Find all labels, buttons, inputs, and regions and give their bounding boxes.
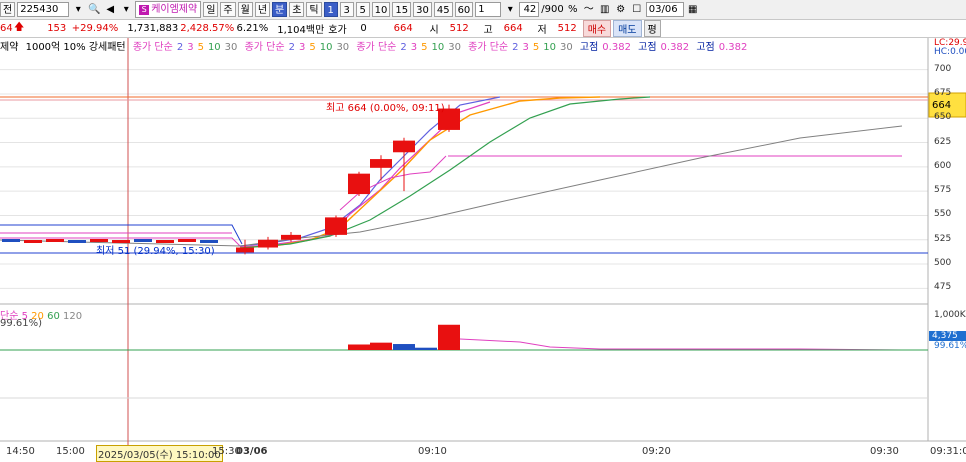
ma60-line — [0, 125, 903, 247]
x-tick: 09:30 — [870, 446, 899, 457]
ma2-line — [239, 96, 501, 247]
legend-ma-period: 3 — [187, 42, 194, 53]
price-tick: 475 — [934, 282, 952, 293]
candle-body — [258, 239, 278, 248]
price-chart[interactable] — [0, 0, 966, 457]
legend-ma-label: 종가 단순 — [468, 42, 509, 53]
candle-body — [325, 217, 347, 235]
x-tick: 09:20 — [642, 446, 671, 457]
current-price-label: 664 — [932, 100, 952, 111]
volume-pct-label: 99.61% — [934, 341, 966, 351]
legend-ma-period: 5 — [421, 42, 428, 53]
prev-candle — [2, 239, 20, 242]
legend-ma-period: 30 — [224, 42, 238, 53]
legend-ma-period: 3 — [298, 42, 306, 53]
legend-ma-period: 10 — [543, 42, 556, 53]
vol-legend-period: 120 — [63, 311, 83, 322]
vol-ma5-line — [439, 337, 903, 351]
prev-candle — [46, 239, 64, 242]
hc-label: HC:0.00 — [934, 47, 966, 57]
prev-candle — [24, 240, 42, 243]
legend-ma-period: 3 — [410, 42, 418, 53]
price-tick: 550 — [934, 209, 952, 220]
price-tick: 675 — [934, 87, 952, 98]
main-legend: 제약 1000억 10% 강세패턴 종가 단순 2 3 5 10 30 종가 단순 2 3 5 1… — [0, 38, 751, 53]
legend-ma-label: 종가 단순 — [132, 42, 173, 53]
legend-ma-period: 30 — [336, 42, 350, 53]
legend-fixed-value: 0.382 — [718, 42, 748, 53]
legend-ma-period: 2 — [512, 42, 519, 53]
candle-group — [236, 104, 460, 255]
legend-ma-period: 10 — [319, 42, 333, 53]
legend-ma-period: 10 — [431, 42, 445, 53]
legend-fixed-label: 고점 — [638, 42, 657, 53]
vol-legend-period: 60 — [47, 311, 60, 322]
volume-bar — [348, 344, 370, 350]
prev-candle — [68, 240, 86, 243]
price-tick: 575 — [934, 185, 952, 196]
legend-ma-period: 10 — [207, 42, 221, 53]
volume-tick: 1,000K — [934, 310, 966, 320]
x-tick: 09:10 — [418, 446, 447, 457]
legend-ma-period: 30 — [559, 42, 573, 53]
x-tick-date: 03/06 — [236, 446, 268, 457]
x-tick: 09:31:00 — [930, 446, 966, 457]
price-tick: 625 — [934, 136, 952, 147]
low-annotation: 최저 51 (29.94%, 15:30) — [96, 246, 215, 257]
volume-bar — [393, 344, 415, 350]
legend-ma-period: 5 — [309, 42, 316, 53]
legend-ma-period: 5 — [197, 42, 204, 53]
cursor-time-label: 2025/03/05(수) 15:10:00 — [96, 445, 223, 462]
legend-ma-period: 30 — [448, 42, 461, 53]
price-tick: 500 — [934, 258, 952, 269]
legend-ma-label: 종가 단순 — [356, 42, 397, 53]
volume-legend-pct: 99.61%) — [0, 318, 43, 329]
legend-fixed-label: 고점 — [579, 42, 599, 53]
candle-body — [281, 234, 301, 240]
volume-bar — [370, 342, 392, 350]
volume-current-label: 4,375 — [932, 331, 958, 341]
legend-ma-label: 종가 단순 — [244, 42, 285, 53]
price-tick: 650 — [934, 112, 952, 123]
price-tick: 600 — [934, 160, 952, 171]
legend-ma-period: 2 — [288, 42, 295, 53]
candle-body — [370, 159, 392, 168]
candle-body — [236, 247, 254, 253]
legend-chart-type: 1000억 10% 강세패턴 — [25, 42, 126, 53]
x-tick: 14:50 — [6, 446, 35, 457]
legend-fixed-value: 0.382 — [660, 42, 690, 53]
legend-ma-period: 2 — [176, 42, 184, 53]
legend-ma-period: 5 — [532, 42, 540, 53]
candle-body — [348, 173, 370, 195]
legend-fixed-value: 0.382 — [602, 42, 631, 53]
high-annotation: 최고 664 (0.00%, 09:11) — [326, 103, 445, 114]
candle-body — [393, 140, 415, 153]
legend-stock-name: 제약 — [0, 42, 19, 53]
volume-bar — [438, 324, 460, 350]
legend-ma-period: 2 — [400, 42, 407, 53]
price-tick: 700 — [934, 63, 952, 74]
price-tick: 525 — [934, 233, 952, 244]
legend-ma-period: 3 — [522, 42, 529, 53]
x-tick: 15:00 — [56, 446, 85, 457]
volume-bars — [348, 324, 460, 350]
volume-bar — [415, 347, 437, 350]
legend-fixed-label: 고점 — [696, 42, 715, 53]
